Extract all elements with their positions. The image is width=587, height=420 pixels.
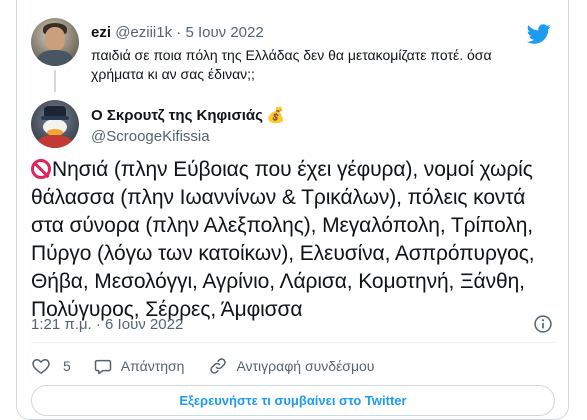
embedded-tweet-card: ezi @eziii1k · 5 Ιουν 2022 παιδιά σε ποι…: [16, 0, 569, 420]
author-avatar[interactable]: [31, 100, 79, 148]
timestamp-separator: ·: [95, 316, 101, 333]
quoted-tweet-text: παιδιά σε ποια πόλη της Ελλάδας δεν θα μ…: [91, 47, 492, 82]
like-button[interactable]: 5: [31, 356, 71, 376]
tweet-text-body: Νησιά (πλην Εύβοιας που έχει γέφυρα), νο…: [31, 158, 535, 321]
quoted-tweet-header: ezi @eziii1k · 5 Ιουν 2022: [91, 24, 264, 41]
tweet-actions: 5 Απάντηση Αντιγραφή συνδέσμου: [31, 354, 374, 378]
info-icon[interactable]: [533, 314, 553, 334]
tweet-timestamp[interactable]: 1:21 π.μ. · 6 Ιουν 2022: [31, 316, 183, 333]
quoted-author-avatar[interactable]: [31, 18, 79, 66]
money-bag-emoji: 💰: [266, 107, 286, 124]
quoted-author-name[interactable]: ezi: [91, 24, 111, 41]
speech-bubble-icon: [94, 359, 112, 375]
explore-twitter-button[interactable]: Εξερευνήστε τι συμβαίνει στο Twitter: [31, 385, 555, 416]
reply-label: Απάντηση: [120, 358, 185, 374]
author-handle[interactable]: @ScroogeKifissia: [91, 128, 210, 145]
author-name-text[interactable]: Ο Σκρουτζ της Κηφισιάς: [91, 107, 263, 124]
tweet-date[interactable]: 6 Ιουν 2022: [105, 316, 183, 333]
reply-button[interactable]: Απάντηση: [93, 356, 185, 376]
heart-outline-icon: [32, 358, 50, 374]
tweet-time[interactable]: 1:21 π.μ.: [31, 316, 92, 333]
quoted-author-handle[interactable]: @eziii1k: [115, 24, 172, 41]
author-name[interactable]: Ο Σκρουτζ της Κηφισιάς 💰: [91, 106, 286, 124]
tweet-text: Νησιά (πλην Εύβοιας που έχει γέφυρα), νο…: [31, 156, 559, 324]
link-icon: [210, 358, 227, 374]
quoted-tweet-date[interactable]: 5 Ιουν 2022: [185, 24, 263, 41]
thread-connector-line: [54, 70, 56, 92]
copy-link-button[interactable]: Αντιγραφή συνδέσμου: [208, 356, 374, 376]
divider: [31, 342, 555, 343]
quoted-header-separator: ·: [176, 24, 182, 41]
copy-link-label: Αντιγραφή συνδέσμου: [236, 358, 375, 374]
like-count: 5: [63, 358, 71, 374]
no-entry-icon: [31, 159, 51, 179]
twitter-bird-icon[interactable]: [527, 22, 551, 46]
